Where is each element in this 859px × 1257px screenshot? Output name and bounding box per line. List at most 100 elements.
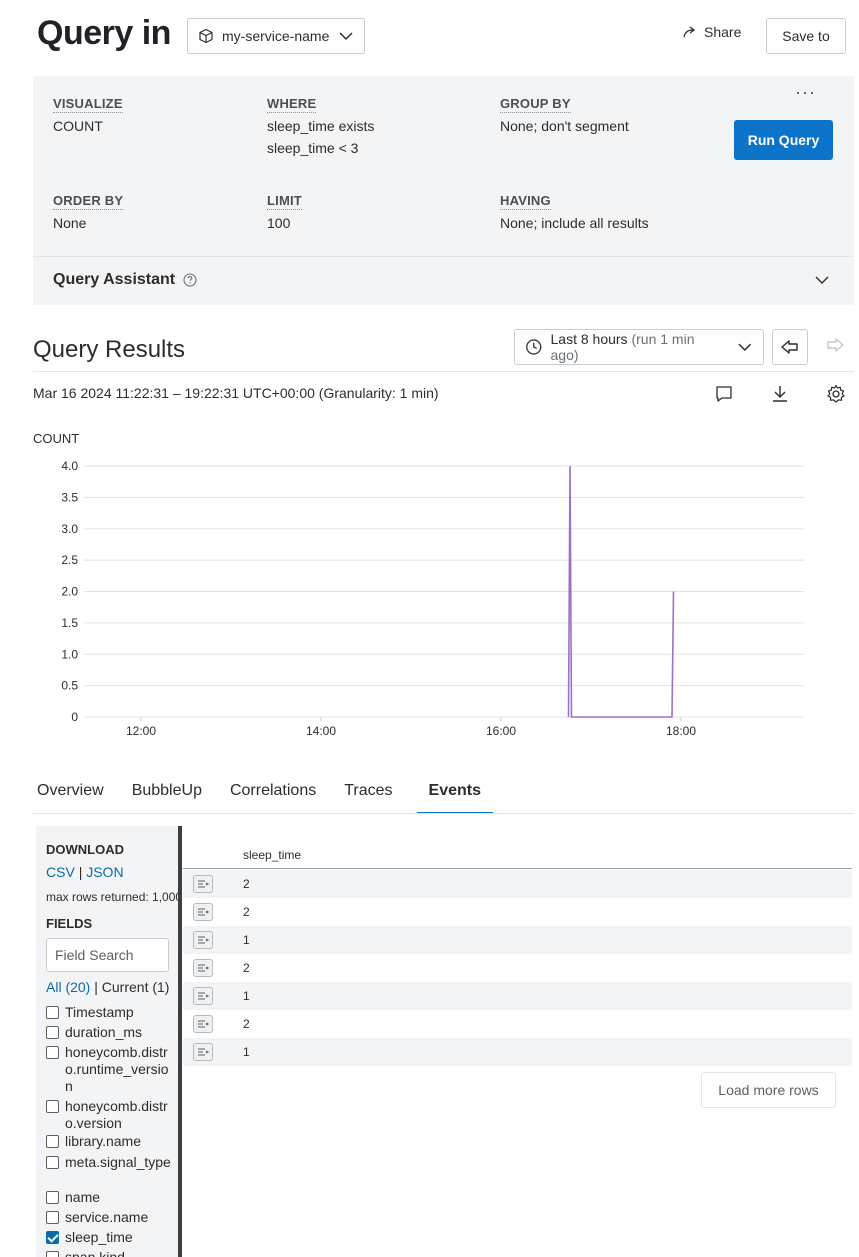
more-options-icon[interactable]: ··· <box>795 82 816 103</box>
trace-link-icon[interactable] <box>193 875 213 893</box>
trace-link-icon[interactable] <box>193 903 213 921</box>
tab-bubbleup[interactable]: BubbleUp <box>128 776 214 814</box>
trace-link-icon[interactable] <box>193 987 213 1005</box>
share-label: Share <box>704 24 742 40</box>
fields-all-link[interactable]: All (20) <box>46 979 90 995</box>
field-item[interactable]: duration_ms <box>46 1024 174 1041</box>
x-tick-label: 16:00 <box>486 724 516 738</box>
field-name: Timestamp <box>65 1004 134 1020</box>
field-checkbox[interactable] <box>46 1135 59 1148</box>
field-name: duration_ms <box>65 1024 143 1040</box>
x-tick-label: 14:00 <box>306 724 336 738</box>
field-name: honeycomb.distro.runtime_version <box>65 1044 169 1094</box>
table-cell-sleep-time: 2 <box>243 877 250 891</box>
query-builder-divider <box>33 256 854 257</box>
help-circle-icon[interactable] <box>183 273 197 287</box>
trace-link-icon[interactable] <box>193 1043 213 1061</box>
table-row[interactable]: 1 <box>183 982 852 1010</box>
group-by-clause[interactable]: GROUP BY None; don't segment <box>500 95 629 137</box>
field-checkbox[interactable] <box>46 1026 59 1039</box>
visualize-clause[interactable]: VISUALIZE COUNT <box>53 95 123 137</box>
having-value: None; include all results <box>500 215 649 231</box>
query-assistant-label: Query Assistant <box>53 271 176 288</box>
load-more-rows-button[interactable]: Load more rows <box>701 1072 836 1108</box>
download-heading: DOWNLOAD <box>46 842 124 857</box>
gear-icon[interactable] <box>826 384 846 404</box>
download-separator: | <box>78 864 83 880</box>
field-search-input[interactable] <box>46 938 169 972</box>
page-title: Query in <box>37 14 171 52</box>
field-checkbox[interactable] <box>46 1006 59 1019</box>
field-name: meta.signal_type <box>65 1154 171 1170</box>
history-back-button[interactable] <box>772 329 808 365</box>
field-checkbox[interactable] <box>46 1100 59 1113</box>
chevron-down-icon <box>738 343 752 351</box>
tab-traces[interactable]: Traces <box>340 776 404 814</box>
field-item[interactable]: honeycomb.distro.version <box>46 1098 174 1132</box>
table-cell-sleep-time: 2 <box>243 961 250 975</box>
table-row[interactable]: 2 <box>183 870 852 898</box>
having-label: HAVING <box>500 193 551 210</box>
visualize-value: COUNT <box>53 118 103 134</box>
download-links: CSV | JSON <box>46 864 124 880</box>
table-row[interactable]: 2 <box>183 1010 852 1038</box>
run-query-button[interactable]: Run Query <box>734 120 833 160</box>
results-title: Query Results <box>33 336 186 363</box>
tab-correlations[interactable]: Correlations <box>226 776 328 814</box>
having-clause[interactable]: HAVING None; include all results <box>500 192 649 234</box>
field-checkbox[interactable] <box>46 1046 59 1059</box>
field-item[interactable]: library.name <box>46 1133 174 1150</box>
where-clause[interactable]: WHERE sleep_time exists sleep_time < 3 <box>267 95 374 159</box>
field-name: sleep_time <box>65 1229 133 1245</box>
where-label: WHERE <box>267 96 317 113</box>
tab-events[interactable]: Events <box>416 776 494 814</box>
arrow-left-icon <box>781 340 798 354</box>
field-checkbox[interactable] <box>46 1156 59 1169</box>
trace-link-icon[interactable] <box>193 931 213 949</box>
query-assistant-toggle[interactable]: Query Assistant <box>53 271 197 289</box>
limit-label: LIMIT <box>267 193 302 210</box>
table-row[interactable]: 1 <box>183 926 852 954</box>
field-checkbox[interactable] <box>46 1251 59 1257</box>
column-header-sleep-time[interactable]: sleep_time <box>243 848 301 862</box>
download-json-link[interactable]: JSON <box>86 864 123 880</box>
save-to-button[interactable]: Save to <box>766 18 846 54</box>
field-item[interactable]: meta.signal_type <box>46 1154 174 1171</box>
field-checkbox[interactable] <box>46 1231 59 1244</box>
field-name: honeycomb.distro.version <box>65 1098 168 1131</box>
time-range-label: Last 8 hours (run 1 min ago) <box>551 331 722 363</box>
dataset-select[interactable]: my-service-name <box>187 18 365 54</box>
visualize-label: VISUALIZE <box>53 96 123 113</box>
cube-icon <box>199 28 213 44</box>
table-row[interactable]: 2 <box>183 898 852 926</box>
table-cell-sleep-time: 1 <box>243 989 250 1003</box>
field-checkbox[interactable] <box>46 1191 59 1204</box>
field-name: name <box>65 1189 101 1205</box>
table-row[interactable]: 1 <box>183 1038 852 1066</box>
fields-current-link[interactable]: Current (1) <box>102 979 170 995</box>
trace-link-icon[interactable] <box>193 959 213 977</box>
table-header-divider <box>183 868 852 869</box>
share-button[interactable]: Share <box>682 24 741 40</box>
table-cell-sleep-time: 1 <box>243 1045 250 1059</box>
table-row[interactable]: 2 <box>183 954 852 982</box>
download-icon[interactable] <box>770 384 790 404</box>
field-item[interactable]: Timestamp <box>46 1004 174 1021</box>
trace-link-icon[interactable] <box>193 1015 213 1033</box>
time-range-select[interactable]: Last 8 hours (run 1 min ago) <box>514 329 764 365</box>
field-item[interactable]: name <box>46 1189 174 1206</box>
events-sidebar: DOWNLOAD CSV | JSON max rows returned: 1… <box>36 826 182 1257</box>
limit-clause[interactable]: LIMIT 100 <box>267 192 302 234</box>
field-item[interactable]: service.name <box>46 1209 174 1226</box>
limit-value: 100 <box>267 215 291 231</box>
arrow-right-icon[interactable] <box>825 337 845 353</box>
comment-icon[interactable] <box>714 384 734 404</box>
chevron-down-icon[interactable] <box>814 272 830 288</box>
download-csv-link[interactable]: CSV <box>46 864 75 880</box>
field-item[interactable]: sleep_time <box>46 1229 174 1246</box>
tab-overview[interactable]: Overview <box>33 776 116 814</box>
field-item[interactable]: span.kind <box>46 1249 174 1257</box>
field-item[interactable]: honeycomb.distro.runtime_version <box>46 1044 174 1095</box>
order-by-clause[interactable]: ORDER BY None <box>53 192 124 234</box>
field-checkbox[interactable] <box>46 1211 59 1224</box>
